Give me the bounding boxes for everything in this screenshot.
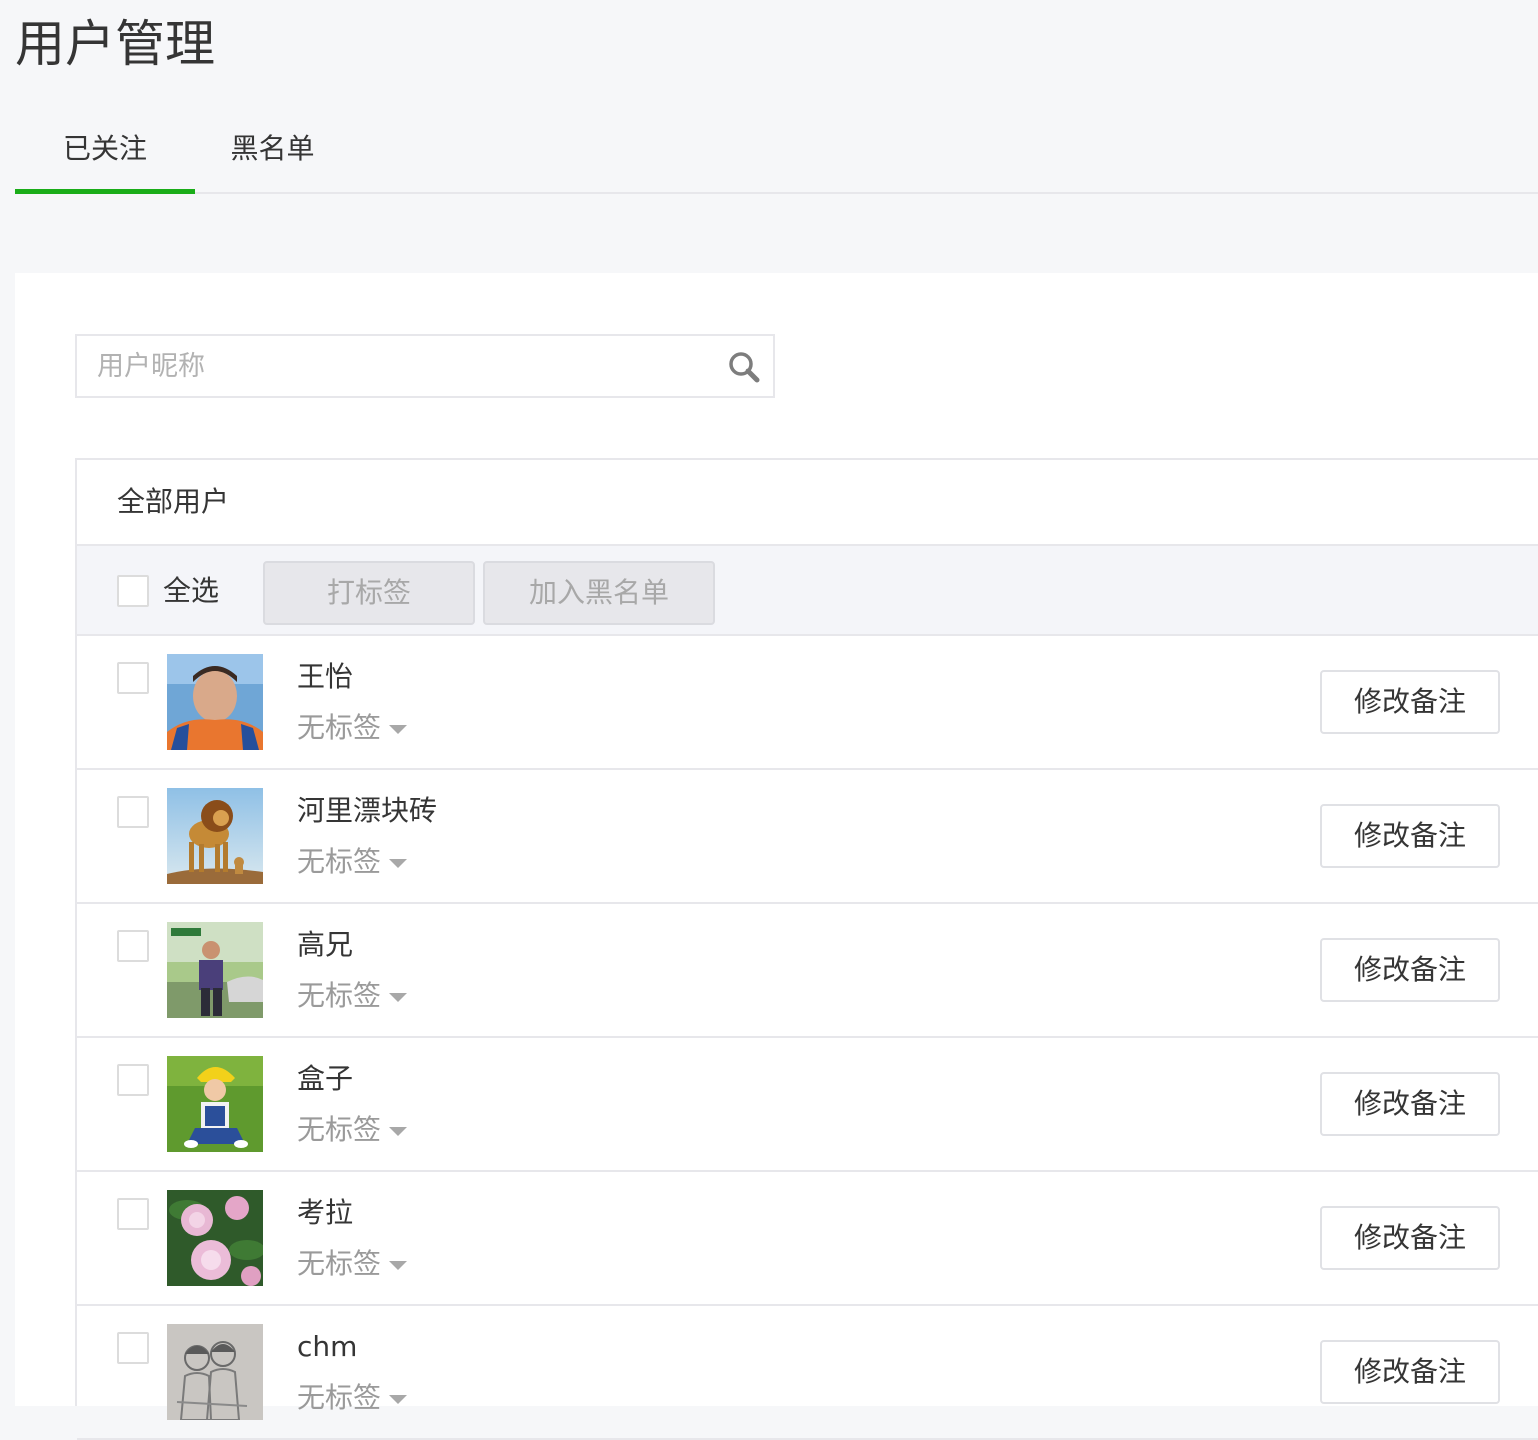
tag-label: 无标签 xyxy=(297,979,382,1012)
tag-label: 无标签 xyxy=(297,845,382,878)
caret-down-icon xyxy=(389,858,408,868)
tag-button[interactable]: 打标签 xyxy=(263,561,475,625)
select-all-checkbox[interactable] xyxy=(117,575,149,607)
avatar xyxy=(167,1190,263,1286)
avatar xyxy=(167,654,263,750)
search-input[interactable] xyxy=(77,336,717,396)
select-all-label: 全选 xyxy=(163,574,220,607)
search-box xyxy=(75,334,775,398)
batch-toolbar: 全选 打标签 加入黑名单 xyxy=(77,546,1538,636)
avatar xyxy=(167,922,263,1018)
user-row: 高兄 无标签 修改备注 xyxy=(77,904,1538,1038)
tab-followed[interactable]: 已关注 xyxy=(15,110,195,194)
tag-label: 无标签 xyxy=(297,1113,382,1146)
tab-blacklist[interactable]: 黑名单 xyxy=(195,110,350,194)
tab-bar: 已关注 黑名单 xyxy=(15,110,1538,194)
page-title: 用户管理 xyxy=(15,15,215,73)
avatar xyxy=(167,1056,263,1152)
user-nickname: chm xyxy=(297,1330,358,1363)
user-nickname: 盒子 xyxy=(297,1062,354,1095)
user-nickname: 河里漂块砖 xyxy=(297,794,438,827)
tag-dropdown[interactable]: 无标签 xyxy=(297,708,408,748)
row-checkbox[interactable] xyxy=(117,662,149,694)
caret-down-icon xyxy=(389,1260,408,1270)
user-row: 考拉 无标签 修改备注 xyxy=(77,1172,1538,1306)
edit-remark-button[interactable]: 修改备注 xyxy=(1320,670,1500,734)
tag-dropdown[interactable]: 无标签 xyxy=(297,1378,408,1418)
row-checkbox[interactable] xyxy=(117,930,149,962)
row-checkbox[interactable] xyxy=(117,1332,149,1364)
caret-down-icon xyxy=(389,724,408,734)
user-row: 盒子 无标签 修改备注 xyxy=(77,1038,1538,1172)
table-title: 全部用户 xyxy=(77,460,1538,546)
user-nickname: 高兄 xyxy=(297,928,354,961)
caret-down-icon xyxy=(389,992,408,1002)
row-checkbox[interactable] xyxy=(117,796,149,828)
caret-down-icon xyxy=(389,1126,408,1136)
add-to-blacklist-button[interactable]: 加入黑名单 xyxy=(483,561,715,625)
user-row: chm 无标签 修改备注 xyxy=(77,1306,1538,1440)
user-panel: 全部用户 全选 打标签 加入黑名单 王怡 无标签 xyxy=(15,273,1538,1440)
edit-remark-button[interactable]: 修改备注 xyxy=(1320,1072,1500,1136)
caret-down-icon xyxy=(389,1394,408,1404)
edit-remark-button[interactable]: 修改备注 xyxy=(1320,938,1500,1002)
tag-label: 无标签 xyxy=(297,711,382,744)
user-row: 河里漂块砖 无标签 修改备注 xyxy=(77,770,1538,904)
tag-label: 无标签 xyxy=(297,1247,382,1280)
user-row: 王怡 无标签 修改备注 xyxy=(77,636,1538,770)
avatar xyxy=(167,788,263,884)
edit-remark-button[interactable]: 修改备注 xyxy=(1320,804,1500,868)
edit-remark-button[interactable]: 修改备注 xyxy=(1320,1340,1500,1404)
tag-dropdown[interactable]: 无标签 xyxy=(297,842,408,882)
user-nickname: 王怡 xyxy=(297,660,354,693)
tag-dropdown[interactable]: 无标签 xyxy=(297,976,408,1016)
row-checkbox[interactable] xyxy=(117,1064,149,1096)
user-nickname: 考拉 xyxy=(297,1196,354,1229)
tag-dropdown[interactable]: 无标签 xyxy=(297,1110,408,1150)
user-table: 全部用户 全选 打标签 加入黑名单 王怡 无标签 修改备注 河里漂块砖 无标签 … xyxy=(75,458,1538,1440)
search-icon[interactable] xyxy=(727,350,761,384)
tag-dropdown[interactable]: 无标签 xyxy=(297,1244,408,1284)
row-checkbox[interactable] xyxy=(117,1198,149,1230)
edit-remark-button[interactable]: 修改备注 xyxy=(1320,1206,1500,1270)
tag-label: 无标签 xyxy=(297,1381,382,1414)
